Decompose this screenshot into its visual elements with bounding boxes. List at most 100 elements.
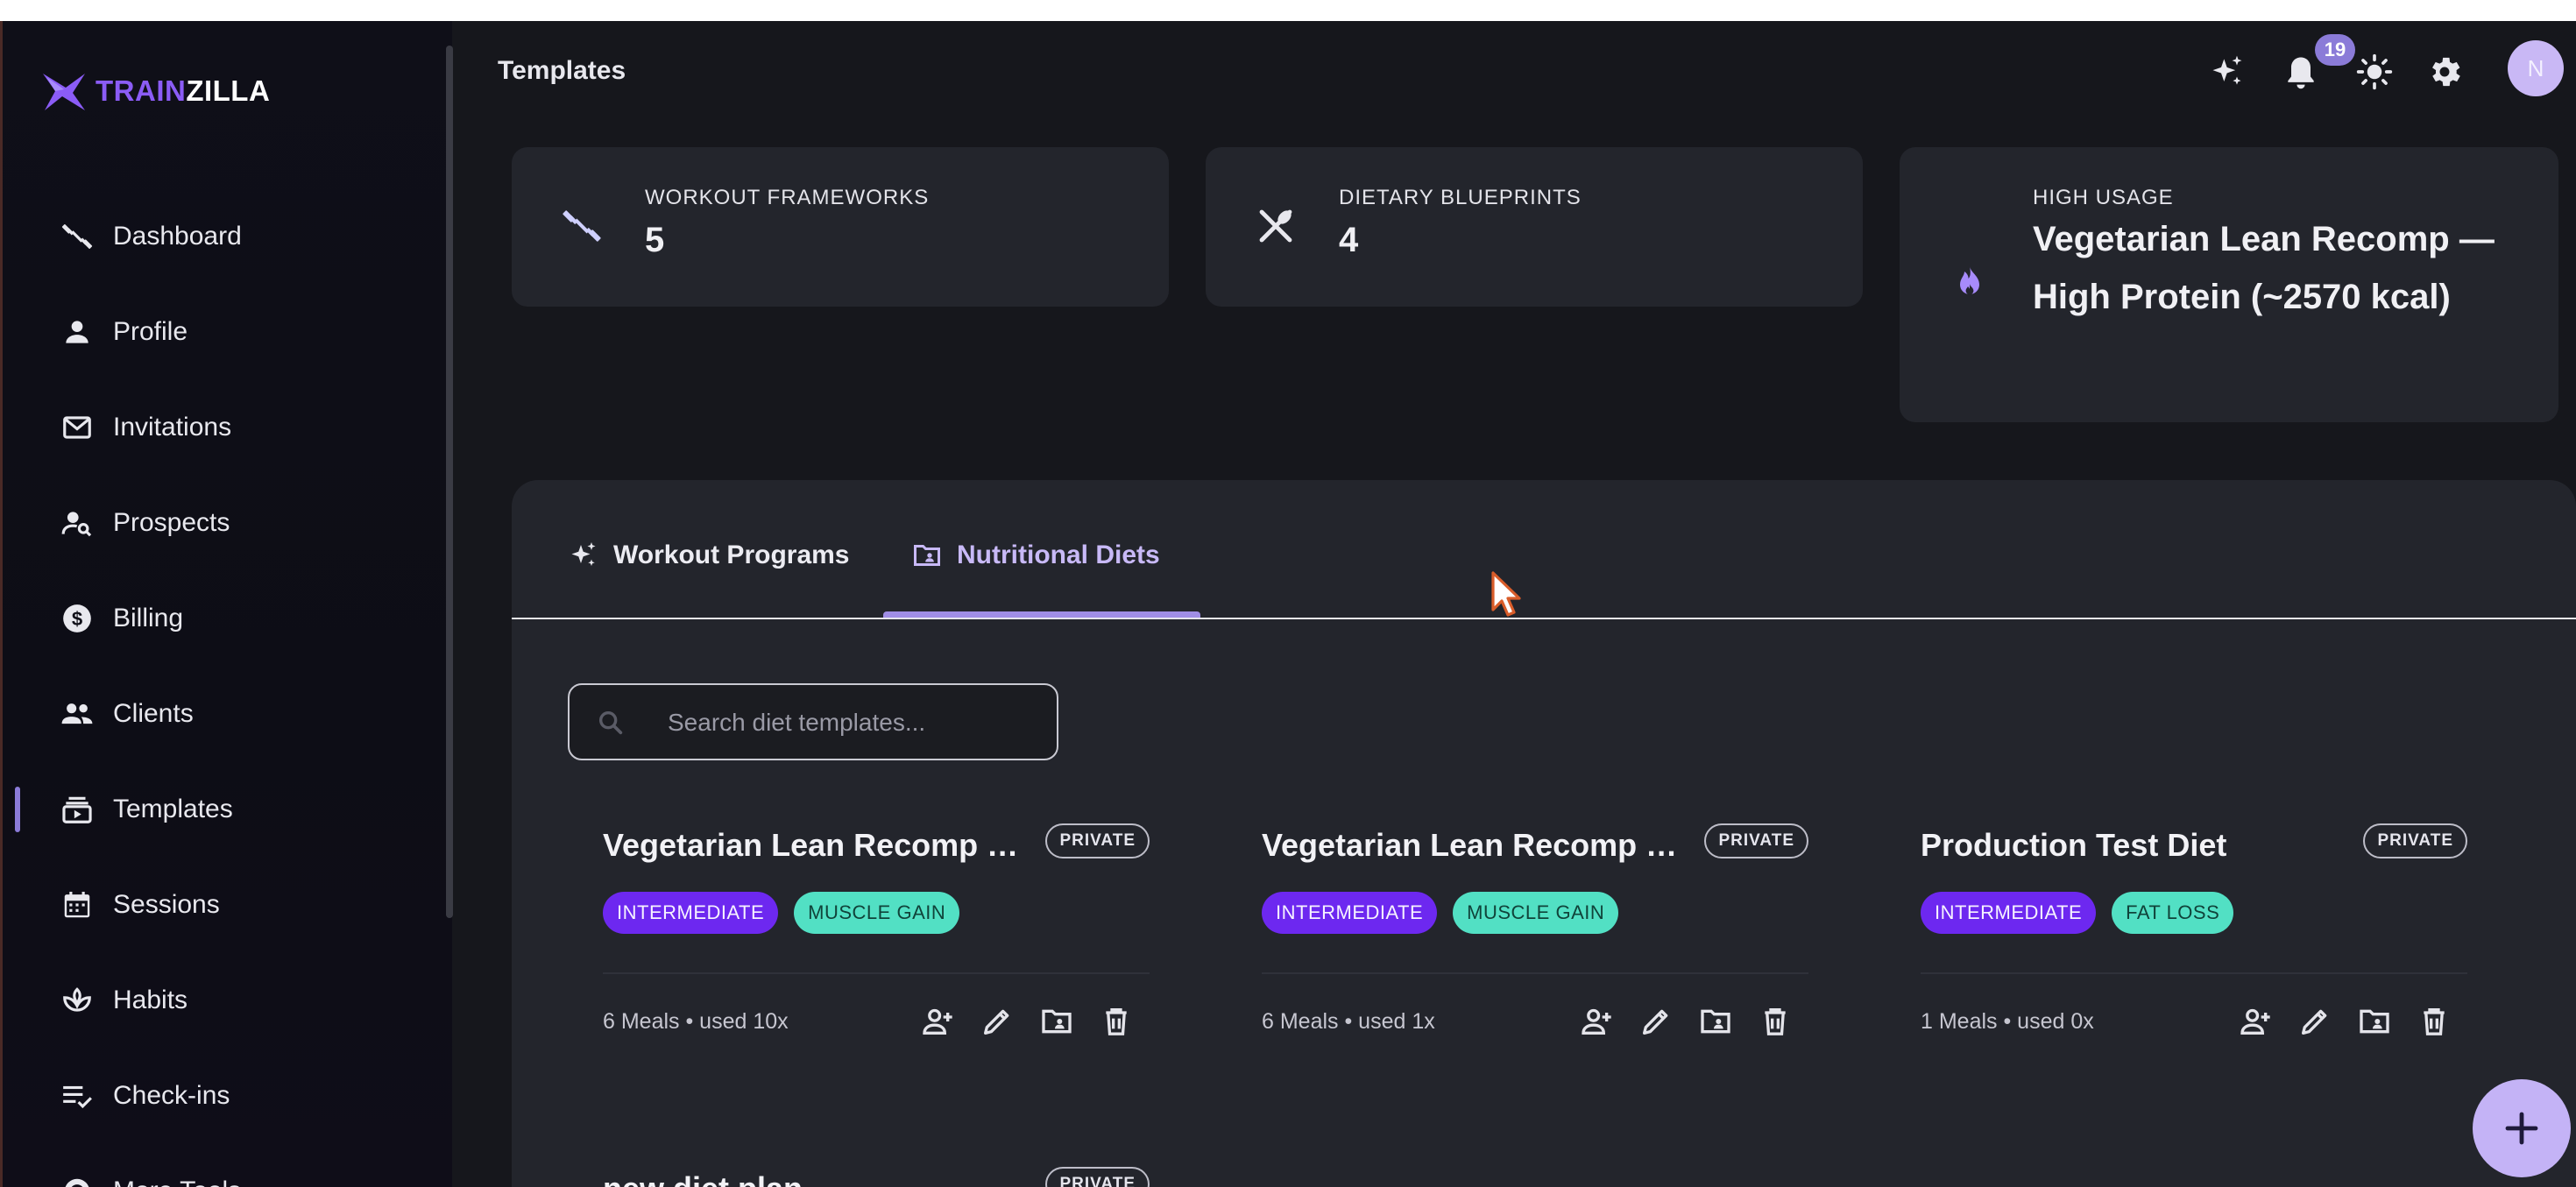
visibility-badge: PRIVATE [1045,1167,1150,1187]
stat-label: WORKOUT FRAMEWORKS [645,186,930,209]
notification-count-badge: 19 [2315,34,2355,66]
person-icon [66,321,88,343]
user-avatar[interactable]: N [2508,40,2564,96]
sparkle-icon [571,542,596,566]
sidebar: TRAINZILLA Dashboard Profile Invitations… [0,21,453,1187]
sidebar-item-label: Invitations [113,413,232,442]
level-tag: INTERMEDIATE [1921,892,2097,934]
stat-value: 5 [645,221,665,259]
edit-icon[interactable] [2297,1004,2332,1039]
sidebar-item-habits[interactable]: Habits [3,969,441,1032]
card-title[interactable]: new diet plan [603,1170,1041,1187]
assign-client-icon[interactable] [920,1004,955,1039]
sidebar-item-label: Clients [113,699,194,728]
barbell-icon [61,224,93,249]
sidebar-item-label: Check-ins [113,1081,230,1110]
gear-icon[interactable] [2425,53,2464,91]
person-search-icon [61,512,92,537]
sidebar-item-prospects[interactable]: Prospects [3,491,441,555]
delete-icon[interactable] [1099,1004,1134,1039]
card-divider [1262,972,1808,974]
sidebar-item-label: Dashboard [113,222,242,251]
card-actions [1579,1004,1793,1039]
visibility-badge: PRIVATE [1045,823,1150,858]
sidebar-item-label: Templates [113,795,233,823]
logo-text-primary: TRAIN [96,74,187,107]
lotus-icon [63,987,91,1012]
card-tags: INTERMEDIATE FAT LOSS [1921,892,2234,934]
card-tags: INTERMEDIATE MUSCLE GAIN [1262,892,1619,934]
delete-icon[interactable] [1758,1004,1793,1039]
assign-client-icon[interactable] [2238,1004,2273,1039]
sidebar-item-sessions[interactable]: Sessions [3,873,441,936]
search-icon [598,710,623,735]
card-tags: INTERMEDIATE MUSCLE GAIN [603,892,960,934]
folder-icon[interactable] [2357,1004,2392,1039]
sidebar-item-profile[interactable]: Profile [3,300,441,364]
card-title[interactable]: Production Test Diet [1921,827,2359,864]
sidebar-item-label: Profile [113,317,188,346]
tab-nutritional-diets[interactable]: Nutritional Diets [911,540,1160,571]
sidebar-scrollbar[interactable] [446,46,453,918]
sidebar-item-invitations[interactable]: Invitations [3,396,441,459]
folder-icon[interactable] [1039,1004,1074,1039]
logo-bolt-icon [43,74,85,110]
goal-tag: MUSCLE GAIN [1453,892,1619,934]
diet-template-card[interactable]: Production Test Diet PRIVATE INTERMEDIAT… [1921,818,2467,1063]
sidebar-item-check-ins[interactable]: Check-ins [3,1064,441,1127]
edit-icon[interactable] [1638,1004,1674,1039]
delete-icon[interactable] [2417,1004,2452,1039]
sparkle-icon[interactable] [2208,53,2247,91]
folder-icon [914,545,940,566]
utensils-icon [1259,209,1292,243]
diet-template-card[interactable]: new diet plan PRIVATE [603,1162,1150,1187]
people-icon [61,703,93,724]
sidebar-item-more-tools[interactable]: More Tools [3,1160,441,1187]
assign-client-icon[interactable] [1579,1004,1614,1039]
card-actions [920,1004,1134,1039]
logo-text-secondary: ZILLA [186,74,271,107]
card-meta: 1 Meals • used 0x [1921,1009,2094,1034]
edit-icon[interactable] [980,1004,1015,1039]
add-template-button[interactable] [2473,1079,2571,1177]
stat-label: DIETARY BLUEPRINTS [1339,186,1582,209]
card-actions [2238,1004,2452,1039]
app-logo[interactable]: TRAINZILLA [39,67,270,116]
sun-icon[interactable] [2355,53,2394,91]
mouse-cursor-icon [1491,571,1521,617]
browser-top-strip [0,0,2576,21]
search-box [568,683,1058,760]
card-divider [1921,972,2467,974]
stat-card-dietary-blueprints: DIETARY BLUEPRINTS 4 [1206,147,1863,307]
goal-tag: FAT LOSS [2112,892,2234,934]
calendar-icon [64,891,90,918]
diet-template-card[interactable]: Vegetarian Lean Recomp — ... PRIVATE INT… [1262,818,1808,1063]
folder-icon[interactable] [1698,1004,1733,1039]
stat-card-workout-frameworks: WORKOUT FRAMEWORKS 5 [512,147,1169,307]
sidebar-item-templates[interactable]: Templates [3,778,441,841]
sidebar-item-dashboard[interactable]: Dashboard [3,205,441,268]
stat-value: 4 [1339,221,1359,259]
stat-label: HIGH USAGE [2033,186,2174,209]
bell-icon[interactable] [2282,53,2320,91]
sidebar-item-clients[interactable]: Clients [3,682,441,745]
visibility-badge: PRIVATE [2363,823,2467,858]
sidebar-item-billing[interactable]: $ Billing [3,587,441,650]
sidebar-item-label: Prospects [113,508,230,537]
tab-workout-programs[interactable]: Workout Programs [568,540,850,571]
diet-template-card[interactable]: Vegetarian Lean Recomp — ... PRIVATE INT… [603,818,1150,1063]
card-title[interactable]: Vegetarian Lean Recomp — ... [1262,827,1700,864]
more-tools-icon [65,1178,89,1187]
stat-value: Vegetarian Lean Recomp — High Protein (~… [2033,220,2495,316]
templates-panel: Workout Programs Nutritional Diets Veget… [512,480,2576,1187]
search-input[interactable] [668,699,1036,746]
sidebar-item-label: Sessions [113,890,220,919]
card-divider [603,972,1150,974]
page-title: Templates [498,56,626,85]
card-meta: 6 Meals • used 1x [1262,1009,1435,1034]
level-tag: INTERMEDIATE [1262,892,1438,934]
template-icon [62,796,92,823]
card-title[interactable]: Vegetarian Lean Recomp — ... [603,827,1041,864]
mail-icon [63,416,91,439]
tab-label: Workout Programs [613,541,850,569]
